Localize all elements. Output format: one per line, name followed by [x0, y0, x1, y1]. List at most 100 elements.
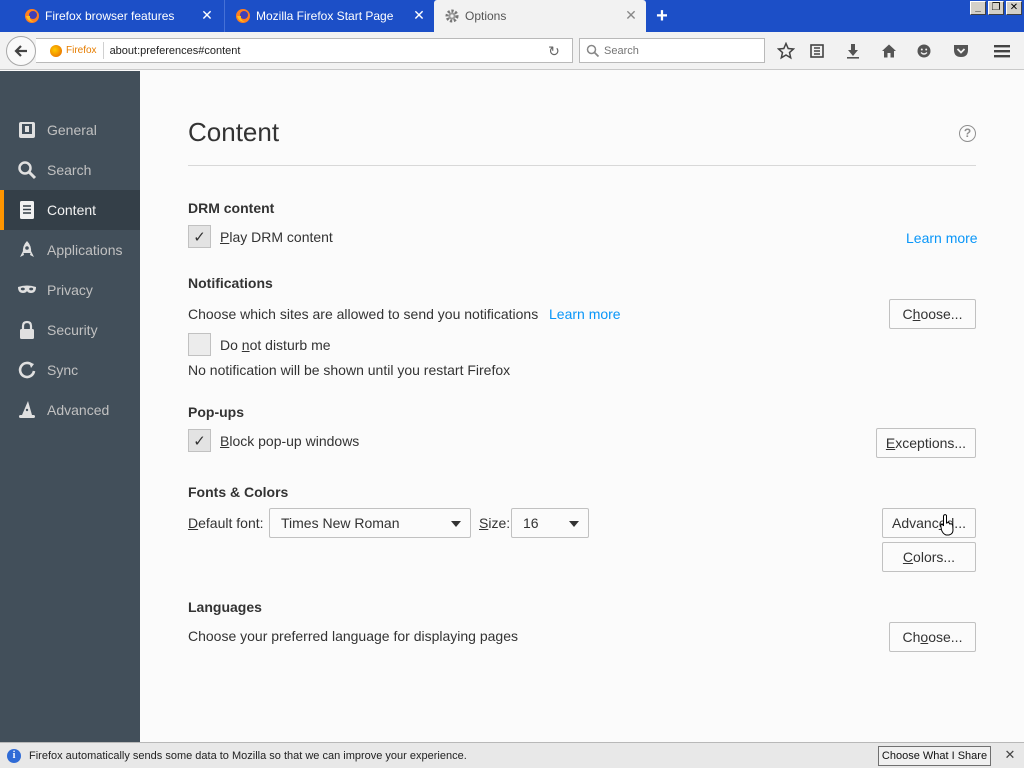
- hello-chat-icon[interactable]: [914, 41, 934, 61]
- block-popups-label: Block pop-up windows: [220, 432, 360, 449]
- do-not-disturb-checkbox-row[interactable]: Do not disturb me: [188, 333, 331, 356]
- tab-label: Mozilla Firefox Start Page: [256, 9, 394, 23]
- sync-icon: [17, 360, 37, 380]
- downloads-icon[interactable]: [843, 41, 863, 61]
- info-icon: i: [7, 748, 21, 763]
- data-reporting-notification-bar: i Firefox automatically sends some data …: [0, 742, 1024, 768]
- languages-description: Choose your preferred language for displ…: [188, 628, 518, 644]
- tab-label: Options: [465, 9, 507, 23]
- font-size-value: 16: [523, 515, 539, 531]
- tab-options[interactable]: Options ✕: [434, 0, 646, 32]
- bookmarks-menu-icon[interactable]: [807, 41, 827, 61]
- restore-button[interactable]: ❐: [988, 1, 1004, 15]
- dropdown-caret-icon: [451, 521, 461, 527]
- url-text[interactable]: about:preferences#content: [110, 45, 241, 57]
- play-drm-label: Play DRM content: [220, 228, 333, 245]
- block-popups-checkbox-row[interactable]: ✓ Block pop-up windows: [188, 429, 359, 452]
- search-box[interactable]: [579, 38, 765, 63]
- help-icon[interactable]: ?: [959, 125, 976, 142]
- new-tab-button[interactable]: +: [652, 6, 672, 26]
- sidebar-item-search[interactable]: Search: [0, 150, 140, 190]
- popup-exceptions-button[interactable]: Exceptions...: [876, 428, 976, 458]
- bookmark-star-icon[interactable]: [776, 41, 796, 61]
- close-window-button[interactable]: ✕: [1006, 1, 1022, 15]
- search-icon: [17, 160, 37, 180]
- fonts-colors-heading: Fonts & Colors: [188, 484, 289, 500]
- search-icon: [586, 44, 600, 57]
- popups-heading: Pop-ups: [188, 404, 244, 420]
- firefox-icon: [236, 9, 250, 23]
- do-not-disturb-label: Do not disturb me: [220, 336, 331, 353]
- notifications-learn-more-link[interactable]: Learn more: [549, 306, 621, 322]
- title-divider: [188, 165, 976, 166]
- tab-strip: Firefox browser features ✕ Mozilla Firef…: [0, 0, 1024, 32]
- colors-button[interactable]: Colors...: [882, 542, 976, 572]
- play-drm-checkbox[interactable]: ✓: [188, 225, 211, 248]
- choose-what-i-share-button[interactable]: Choose What I Share: [878, 746, 991, 766]
- tab-firefox-features[interactable]: Firefox browser features ✕: [0, 0, 222, 32]
- default-font-select[interactable]: Times New Roman: [269, 508, 471, 538]
- notifications-heading: Notifications: [188, 275, 273, 291]
- reload-icon[interactable]: ↻: [546, 43, 562, 59]
- languages-heading: Languages: [188, 599, 262, 615]
- search-input[interactable]: [604, 44, 754, 57]
- sidebar-item-privacy[interactable]: Privacy: [0, 270, 140, 310]
- sidebar-item-label: Privacy: [47, 282, 93, 298]
- pocket-icon[interactable]: [951, 41, 971, 61]
- gear-icon: [445, 9, 459, 23]
- notifications-description: Choose which sites are allowed to send y…: [188, 306, 539, 322]
- sidebar-item-label: Content: [47, 202, 97, 218]
- block-popups-checkbox[interactable]: ✓: [188, 429, 211, 452]
- sidebar-item-advanced[interactable]: Advanced: [0, 390, 140, 430]
- hamburger-menu-icon[interactable]: [992, 41, 1012, 61]
- sidebar-item-general[interactable]: General: [0, 110, 140, 150]
- notification-text: Firefox automatically sends some data to…: [29, 749, 467, 762]
- tab-start-page[interactable]: Mozilla Firefox Start Page ✕: [224, 0, 434, 32]
- sidebar-item-label: Search: [47, 162, 92, 178]
- notifications-choose-button[interactable]: Ch oose...: [889, 299, 976, 329]
- drm-learn-more-link[interactable]: Learn more: [906, 230, 978, 246]
- close-icon[interactable]: ✕: [1003, 748, 1017, 762]
- default-font-label: Default font:: [188, 515, 264, 531]
- privacy-mask-icon: [17, 280, 37, 300]
- sidebar-item-label: General: [47, 122, 97, 138]
- page-title: Content: [188, 117, 280, 147]
- close-icon[interactable]: ✕: [624, 8, 638, 22]
- window-controls: _ ❐ ✕: [970, 1, 1022, 15]
- minimize-button[interactable]: _: [970, 1, 986, 15]
- sidebar-item-security[interactable]: Security: [0, 310, 140, 350]
- navigation-toolbar: Firefox about:preferences#content ↻: [0, 32, 1024, 70]
- font-size-label: Size:: [479, 515, 511, 531]
- sidebar-item-applications[interactable]: Applications: [0, 230, 140, 270]
- sidebar-item-content[interactable]: Content: [0, 190, 140, 230]
- sidebar-item-sync[interactable]: Sync: [0, 350, 140, 390]
- do-not-disturb-note: No notification will be shown until you …: [188, 362, 511, 378]
- font-size-select[interactable]: 16: [511, 508, 589, 538]
- lock-icon: [17, 320, 37, 340]
- sidebar-item-label: Applications: [47, 242, 123, 258]
- back-button[interactable]: [6, 36, 36, 66]
- default-font-value: Times New Roman: [281, 515, 400, 531]
- preferences-sidebar: General Search Content Applications Priv…: [0, 71, 140, 742]
- close-icon[interactable]: ✕: [412, 8, 426, 22]
- url-bar[interactable]: Firefox about:preferences#content ↻: [36, 38, 573, 63]
- sidebar-item-label: Advanced: [47, 402, 110, 418]
- back-arrow-icon: [14, 45, 27, 57]
- site-identity[interactable]: Firefox: [44, 42, 104, 59]
- fonts-advanced-button[interactable]: Advanc e d...: [882, 508, 976, 538]
- tab-label: Firefox browser features: [45, 9, 175, 23]
- firefox-icon: [50, 44, 62, 57]
- mouse-cursor-icon: [940, 514, 954, 536]
- content-icon: [17, 200, 37, 220]
- languages-choose-button[interactable]: Ch o ose...: [889, 622, 976, 652]
- drm-heading: DRM content: [188, 200, 275, 216]
- play-drm-checkbox-row[interactable]: ✓ Play DRM content: [188, 225, 333, 248]
- close-icon[interactable]: ✕: [200, 8, 214, 22]
- do-not-disturb-checkbox[interactable]: [188, 333, 211, 356]
- general-icon: [17, 120, 37, 140]
- home-icon[interactable]: [879, 41, 899, 61]
- dropdown-caret-icon: [569, 521, 579, 527]
- identity-label: Firefox: [66, 45, 97, 56]
- applications-icon: [17, 240, 37, 260]
- preferences-content: Content ? DRM content ✓ Play DRM content…: [140, 71, 1024, 742]
